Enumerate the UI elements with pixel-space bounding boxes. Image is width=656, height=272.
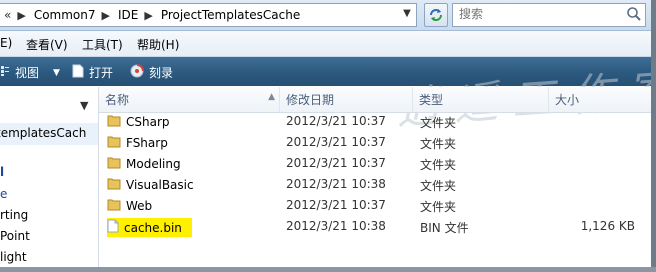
window-frame-right — [651, 0, 656, 272]
view-icon — [0, 65, 10, 80]
nav-item[interactable]: l — [0, 165, 4, 179]
view-button[interactable]: 视图 ▼ — [0, 64, 60, 81]
file-date: 2012/3/21 10:38 — [286, 219, 386, 233]
folder-icon — [107, 177, 121, 193]
chevron-down-icon[interactable]: ▼ — [80, 99, 88, 112]
file-row[interactable]: VisualBasic 2012/3/21 10:38 文件夹 — [99, 175, 651, 196]
folder-icon — [107, 198, 121, 214]
file-name[interactable]: Modeling — [126, 157, 181, 171]
search-input[interactable] — [453, 4, 635, 24]
file-icon — [107, 219, 119, 236]
menu-tools[interactable]: 工具(T) — [82, 36, 123, 53]
chevron-right-icon[interactable]: ▶ — [102, 9, 110, 22]
file-name[interactable]: cache.bin — [124, 221, 182, 235]
file-row[interactable]: Web 2012/3/21 10:37 文件夹 — [99, 196, 651, 217]
nav-item[interactable]: rting — [0, 208, 28, 222]
file-list: CSharp 2012/3/21 10:37 文件夹 FSharp 2012/3… — [99, 112, 651, 267]
file-row[interactable]: FSharp 2012/3/21 10:37 文件夹 — [99, 133, 651, 154]
menu-bar: E) 查看(V) 工具(T) 帮助(H) — [0, 31, 651, 57]
file-row[interactable]: Modeling 2012/3/21 10:37 文件夹 — [99, 154, 651, 175]
file-date: 2012/3/21 10:37 — [286, 135, 386, 149]
folder-icon — [107, 135, 121, 151]
file-type: 文件夹 — [420, 200, 457, 214]
window-frame-bottom — [0, 267, 656, 272]
search-icon[interactable] — [626, 6, 642, 22]
file-type: 文件夹 — [420, 116, 457, 130]
breadcrumb-item[interactable]: IDE ▶ — [118, 4, 161, 26]
file-date: 2012/3/21 10:37 — [286, 114, 386, 128]
search-box[interactable] — [452, 3, 646, 27]
file-row[interactable]: CSharp 2012/3/21 10:37 文件夹 — [99, 112, 651, 133]
file-size: 1,126 KB — [580, 219, 635, 233]
file-date: 2012/3/21 10:37 — [286, 198, 386, 212]
column-date[interactable]: 修改日期 — [280, 87, 413, 112]
document-icon — [72, 64, 84, 81]
overflow-chevron[interactable]: « — [4, 8, 11, 22]
toolbar: 视图 ▼ 打开 刻录 — [0, 57, 651, 86]
address-bar: « ▶ Common7 ▶ IDE ▶ ProjectTemplatesCach… — [0, 0, 651, 31]
column-type[interactable]: 类型 — [413, 87, 549, 112]
burn-button[interactable]: 刻录 — [130, 64, 173, 81]
file-name[interactable]: FSharp — [126, 136, 168, 150]
navigation-pane[interactable]: ▼ templatesCach l e rting Point light — [0, 87, 99, 272]
folder-icon — [107, 114, 121, 130]
column-name[interactable]: 名称 ▲ — [99, 87, 280, 112]
nav-item-folder[interactable]: templatesCach — [0, 123, 98, 145]
file-type: 文件夹 — [420, 137, 457, 151]
file-name[interactable]: VisualBasic — [126, 178, 194, 192]
nav-item[interactable]: Point — [0, 229, 30, 243]
column-size[interactable]: 大小 — [549, 87, 651, 112]
breadcrumb-item[interactable]: ProjectTemplatesCache — [161, 4, 300, 26]
chevron-down-icon[interactable]: ▼ — [53, 68, 60, 78]
file-name[interactable]: Web — [126, 199, 152, 213]
folder-icon — [107, 156, 121, 172]
address-box[interactable]: « ▶ Common7 ▶ IDE ▶ ProjectTemplatesCach… — [0, 3, 417, 27]
column-header-row: 名称 ▲ 修改日期 类型 大小 — [99, 87, 651, 113]
menu-edit[interactable]: E) — [0, 36, 12, 50]
refresh-button[interactable] — [424, 3, 448, 27]
open-button[interactable]: 打开 — [72, 64, 113, 81]
file-type: BIN 文件 — [420, 221, 469, 235]
file-date: 2012/3/21 10:38 — [286, 177, 386, 191]
nav-item[interactable]: light — [0, 250, 27, 264]
breadcrumb-overflow[interactable]: « ▶ — [0, 4, 34, 26]
breadcrumb-item[interactable]: Common7 ▶ — [34, 4, 118, 26]
file-date: 2012/3/21 10:37 — [286, 156, 386, 170]
chevron-right-icon[interactable]: ▶ — [144, 9, 152, 22]
file-row[interactable]: cache.bin 2012/3/21 10:38 BIN 文件 1,126 K… — [99, 217, 651, 238]
nav-item[interactable]: e — [0, 187, 7, 201]
file-type: 文件夹 — [420, 179, 457, 193]
file-type: 文件夹 — [420, 158, 457, 172]
address-dropdown-icon[interactable]: ▼ — [398, 3, 416, 23]
disc-burn-icon — [130, 64, 144, 81]
menu-view[interactable]: 查看(V) — [26, 36, 68, 53]
file-name[interactable]: CSharp — [126, 115, 170, 129]
menu-help[interactable]: 帮助(H) — [137, 36, 179, 53]
chevron-right-icon[interactable]: ▶ — [17, 9, 25, 22]
refresh-icon — [430, 9, 442, 21]
chevron-up-icon: ▲ — [268, 92, 275, 102]
